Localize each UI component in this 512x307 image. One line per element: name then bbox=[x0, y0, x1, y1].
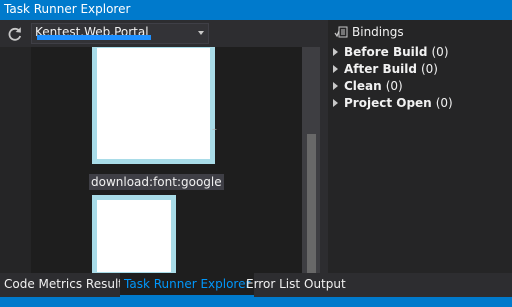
tasks-panel: – download:font:google bbox=[0, 47, 320, 274]
panel-splitter[interactable] bbox=[320, 20, 328, 273]
caret-right-icon[interactable] bbox=[333, 99, 338, 107]
image-placeholder bbox=[92, 195, 176, 273]
caret-right-icon[interactable] bbox=[333, 65, 338, 73]
tab-code-metrics-results[interactable]: Code Metrics Results bbox=[0, 273, 133, 297]
title-bar: Task Runner Explorer bbox=[0, 0, 512, 20]
bindings-panel: Bindings Before Build (0) After Build (0) … bbox=[328, 20, 512, 273]
tree-line-fragment: – bbox=[212, 124, 217, 135]
chevron-down-icon[interactable] bbox=[198, 31, 204, 35]
binding-label: After Build bbox=[344, 62, 417, 76]
tab-label: Task Runner Explorer bbox=[124, 277, 251, 291]
scrollbar-thumb[interactable] bbox=[307, 134, 316, 274]
bindings-header[interactable]: Bindings bbox=[328, 22, 512, 44]
binding-count: (0) bbox=[431, 45, 449, 59]
binding-label: Project Open bbox=[344, 96, 432, 110]
binding-count: (0) bbox=[385, 79, 403, 93]
tab-output[interactable]: Output bbox=[300, 273, 350, 297]
project-select[interactable]: Kentest.Web.Portal bbox=[31, 23, 209, 44]
tasks-scrollbar[interactable] bbox=[302, 47, 320, 274]
binding-clean[interactable]: Clean (0) bbox=[328, 78, 512, 95]
refresh-icon[interactable] bbox=[5, 24, 25, 44]
window-title: Task Runner Explorer bbox=[4, 2, 131, 16]
bindings-icon bbox=[334, 25, 348, 39]
binding-project-open[interactable]: Project Open (0) bbox=[328, 95, 512, 112]
binding-label: Before Build bbox=[344, 45, 428, 59]
binding-before-build[interactable]: Before Build (0) bbox=[328, 44, 512, 61]
binding-count: (0) bbox=[420, 62, 438, 76]
redaction-mark bbox=[37, 35, 151, 40]
binding-count: (0) bbox=[435, 96, 453, 110]
binding-after-build[interactable]: After Build (0) bbox=[328, 61, 512, 78]
tasks-rail bbox=[0, 47, 31, 273]
tab-task-runner-explorer[interactable]: Task Runner Explorer bbox=[120, 273, 255, 297]
tasks-list[interactable]: – download:font:google bbox=[31, 47, 302, 273]
status-bar bbox=[0, 297, 512, 307]
caret-right-icon[interactable] bbox=[333, 48, 338, 56]
bottom-tab-strip: Code Metrics Results Task Runner Explore… bbox=[0, 273, 512, 297]
tab-error-list[interactable]: Error List bbox=[242, 273, 304, 297]
image-placeholder bbox=[92, 47, 215, 164]
bindings-title: Bindings bbox=[352, 25, 404, 39]
task-item[interactable]: download:font:google bbox=[89, 174, 224, 190]
binding-label: Clean bbox=[344, 79, 382, 93]
caret-right-icon[interactable] bbox=[333, 82, 338, 90]
task-runner-toolbar: Kentest.Web.Portal bbox=[0, 20, 320, 47]
